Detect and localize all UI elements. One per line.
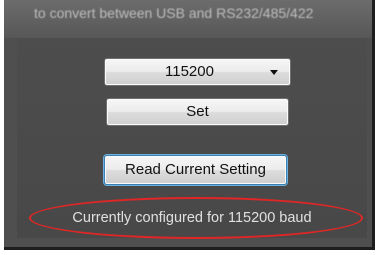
set-button[interactable]: Set	[106, 98, 289, 126]
read-current-setting-button[interactable]: Read Current Setting	[104, 155, 287, 185]
instructions-text: to convert between USB and RS232/485/422	[34, 5, 314, 21]
baud-rate-dropdown[interactable]: 115200	[104, 58, 291, 86]
chevron-down-icon	[270, 70, 278, 75]
instructions-banner: to convert between USB and RS232/485/422	[4, 0, 372, 38]
highlight-oval	[29, 197, 363, 239]
baud-rate-value: 115200	[165, 63, 214, 80]
